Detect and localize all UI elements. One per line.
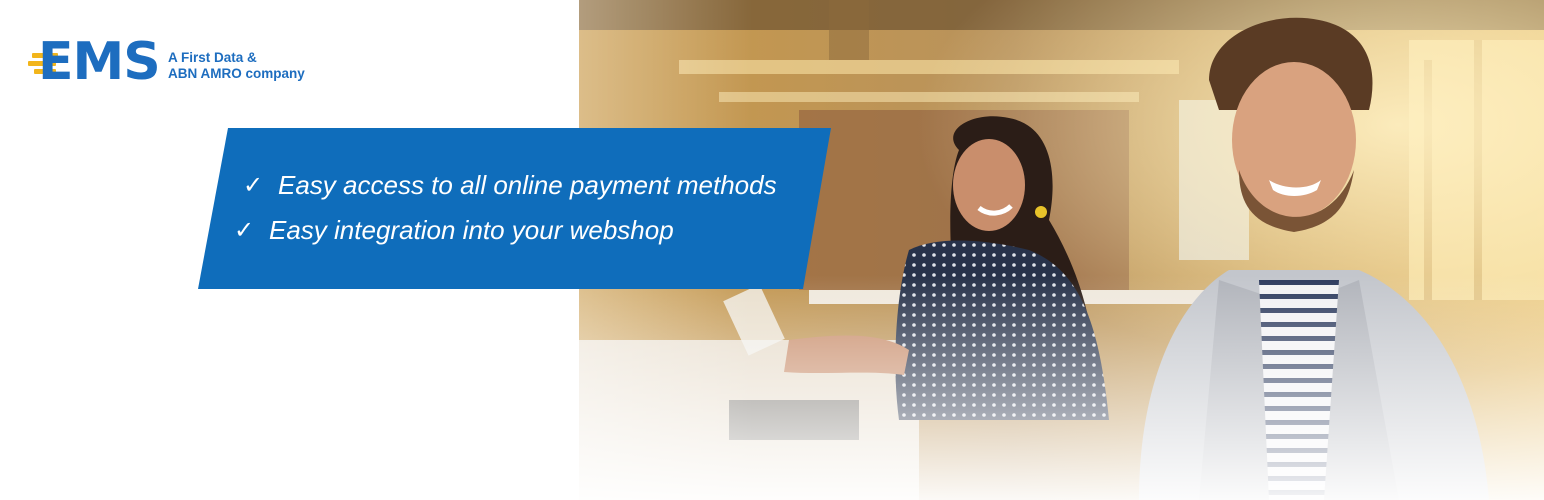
check-icon: ✓ [233, 217, 255, 244]
promo-banner: EMS A First Data & ABN AMRO company ✓ Ea… [0, 0, 1544, 500]
tagline-line-1: A First Data & [168, 50, 257, 65]
feature-list: ✓ Easy access to all online payment meth… [198, 128, 831, 289]
logo-wordmark: EMS [38, 32, 161, 92]
ems-logo-mark: EMS [28, 32, 161, 92]
check-icon: ✓ [242, 172, 264, 199]
logo-tagline: A First Data & ABN AMRO company [168, 50, 305, 82]
feature-label: Easy access to all online payment method… [278, 170, 777, 200]
feature-item-webshop-integration: ✓ Easy integration into your webshop [233, 215, 674, 246]
ems-logo[interactable]: EMS A First Data & ABN AMRO company [28, 32, 305, 92]
feature-panel: ✓ Easy access to all online payment meth… [198, 128, 831, 289]
feature-label: Easy integration into your webshop [269, 215, 674, 245]
tagline-line-2: ABN AMRO company [168, 66, 305, 81]
feature-item-payment-methods: ✓ Easy access to all online payment meth… [242, 170, 777, 201]
